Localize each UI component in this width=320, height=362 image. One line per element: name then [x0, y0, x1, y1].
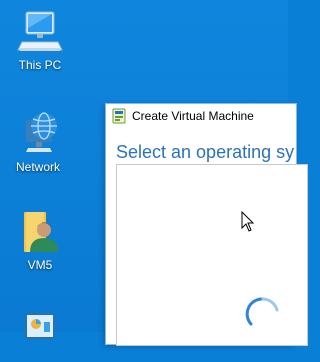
control-panel-icon [16, 310, 64, 358]
vm-wizard-icon [112, 108, 126, 124]
computer-icon [16, 8, 64, 56]
desktop-icon-this-pc[interactable]: This PC [2, 8, 78, 72]
desktop-icon-label: VM5 [27, 258, 53, 272]
window-title: Create Virtual Machine [132, 109, 254, 123]
mouse-pointer-icon [241, 210, 255, 233]
page-heading: Select an operating sy [116, 142, 295, 162]
desktop-icon-network[interactable]: Network [0, 110, 76, 174]
loading-spinner-icon [243, 294, 283, 334]
desktop-icon-vm5[interactable]: VM5 [2, 208, 78, 272]
desktop-icon-control-panel[interactable] [2, 310, 78, 358]
network-globe-icon [14, 110, 62, 158]
desktop-icon-label: Network [15, 160, 60, 174]
user-folder-icon [16, 208, 64, 256]
window-titlebar[interactable]: Create Virtual Machine [106, 104, 296, 128]
desktop-icon-label: This PC [18, 58, 62, 72]
